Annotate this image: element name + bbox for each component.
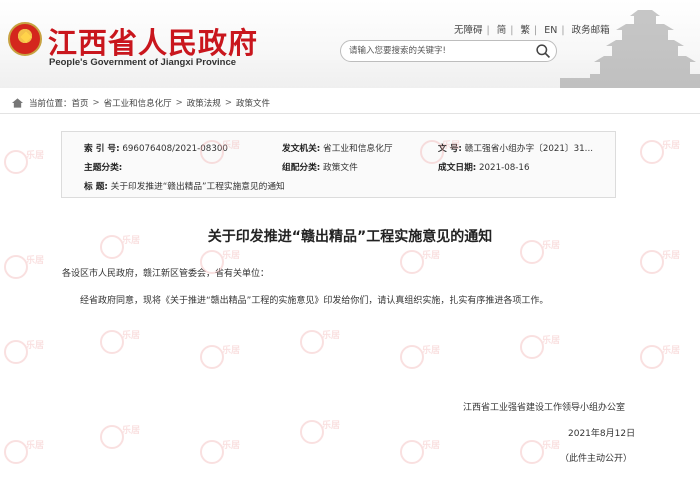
top-link-traditional[interactable]: 繁 xyxy=(521,25,531,36)
watermark-logo: 乐居 xyxy=(200,345,240,371)
watermark-logo: 乐居 xyxy=(640,250,680,276)
article-salutation: 各设区市人民政府，赣江新区管委会，省有关单位： xyxy=(62,269,270,279)
watermark-logo: 乐居 xyxy=(4,340,44,366)
breadcrumb-department[interactable]: 省工业和信息化厅 xyxy=(104,97,172,109)
meta-subject-key: 主题分类: xyxy=(84,163,123,173)
article-signature: 江西省工业强省建设工作领导小组办公室 xyxy=(463,403,626,413)
search-box xyxy=(340,40,557,62)
meta-docno: 文 号: 赣工强省小组办字〔2021〕31... xyxy=(438,141,593,154)
breadcrumb-label: 当前位置： xyxy=(29,99,72,109)
national-emblem-icon xyxy=(8,22,42,56)
breadcrumb-separator: > xyxy=(175,98,183,108)
meta-issuer-value: 省工业和信息化厅 xyxy=(323,144,393,154)
meta-category-key: 组配分类: xyxy=(282,163,321,173)
top-link-english[interactable]: EN xyxy=(544,25,557,36)
watermark-logo: 乐居 xyxy=(400,345,440,371)
tengwang-pavilion-illustration xyxy=(560,10,700,88)
location-icon xyxy=(12,98,23,108)
watermark-logo: 乐居 xyxy=(4,150,44,176)
meta-index: 索 引 号: 696076408/2021-08300 xyxy=(84,141,228,154)
meta-index-value: 696076408/2021-08300 xyxy=(122,144,228,154)
watermark-logo: 乐居 xyxy=(520,440,560,466)
meta-subject: 主题分类: xyxy=(84,160,122,173)
divider: | xyxy=(534,25,538,36)
watermark-logo: 乐居 xyxy=(200,440,240,466)
document-metadata-panel: 索 引 号: 696076408/2021-08300 发文机关: 省工业和信息… xyxy=(61,131,616,198)
breadcrumb-separator: > xyxy=(92,98,100,108)
article-body: 经省政府同意，现将《关于推进“赣出精品”工程的实施意见》印发给你们，请认真组织实… xyxy=(80,296,549,306)
watermark-logo: 乐居 xyxy=(520,335,560,361)
site-title[interactable]: 江西省人民政府 xyxy=(48,20,258,62)
watermark-logo: 乐居 xyxy=(640,345,680,371)
meta-title-value: 关于印发推进“赣出精品”工程实施意见的通知 xyxy=(110,182,285,192)
site-header: 江西省人民政府 People's Government of Jiangxi P… xyxy=(0,0,700,88)
top-link-accessibility[interactable]: 无障碍 xyxy=(454,25,483,36)
watermark-logo: 乐居 xyxy=(300,420,340,446)
breadcrumb-home[interactable]: 首页 xyxy=(72,97,89,109)
breadcrumb-policy[interactable]: 政策法规 xyxy=(187,97,221,109)
watermark-logo: 乐居 xyxy=(400,440,440,466)
article-title: 关于印发推进“赣出精品”工程实施意见的通知 xyxy=(207,229,493,245)
top-link-simplified[interactable]: 简 xyxy=(497,25,507,36)
divider: | xyxy=(510,25,514,36)
watermark-logo: 乐居 xyxy=(100,425,140,451)
breadcrumb: 当前位置： 首页 > 省工业和信息化厅 > 政策法规 > 政策文件 xyxy=(12,97,270,109)
watermark-logo: 乐居 xyxy=(100,330,140,356)
watermark-logo: 乐居 xyxy=(4,255,44,281)
breadcrumb-divider xyxy=(0,113,700,114)
meta-title-key: 标 题: xyxy=(84,182,108,192)
meta-issuer: 发文机关: 省工业和信息化厅 xyxy=(282,141,393,154)
meta-date: 成文日期: 2021-08-16 xyxy=(438,160,530,173)
site-title-en: People's Government of Jiangxi Province xyxy=(49,57,237,68)
search-input[interactable] xyxy=(349,43,529,59)
meta-title: 标 题: 关于印发推进“赣出精品”工程实施意见的通知 xyxy=(84,179,285,192)
meta-issuer-key: 发文机关: xyxy=(282,144,321,154)
watermark-logo: 乐居 xyxy=(640,140,680,166)
breadcrumb-policy-docs[interactable]: 政策文件 xyxy=(236,97,270,109)
divider: | xyxy=(486,25,490,36)
article-date: 2021年8月12日 xyxy=(568,429,636,439)
breadcrumb-separator: > xyxy=(224,98,232,108)
meta-category: 组配分类: 政策文件 xyxy=(282,160,358,173)
meta-date-key: 成文日期: xyxy=(438,163,477,173)
article-public-note: （此件主动公开） xyxy=(560,454,633,464)
watermark-logo: 乐居 xyxy=(400,250,440,276)
watermark-logo: 乐居 xyxy=(300,330,340,356)
watermark-logo: 乐居 xyxy=(4,440,44,466)
meta-category-value: 政策文件 xyxy=(323,163,358,173)
meta-date-value: 2021-08-16 xyxy=(479,163,530,173)
meta-docno-key: 文 号: xyxy=(438,144,462,154)
meta-docno-value: 赣工强省小组办字〔2021〕31... xyxy=(464,144,593,154)
meta-index-key: 索 引 号: xyxy=(84,144,120,154)
search-icon[interactable] xyxy=(535,43,552,60)
